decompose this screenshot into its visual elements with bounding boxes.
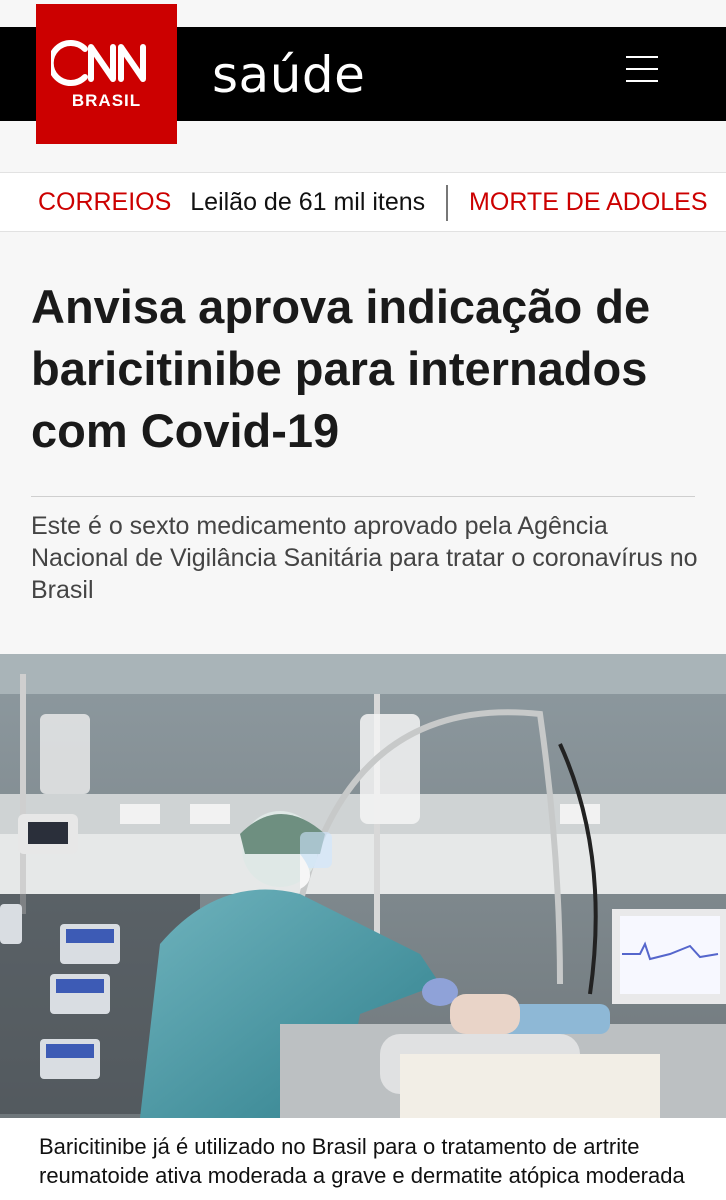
ticker-separator: [446, 185, 449, 222]
article-headline: Anvisa aprova indicação de baricitinibe …: [31, 280, 651, 457]
article-photo[interactable]: [0, 654, 726, 1118]
hamburger-menu-icon[interactable]: [626, 56, 658, 82]
ticker-text[interactable]: Leilão de 61 mil itens: [190, 188, 425, 216]
news-ticker: CORREIOS Leilão de 61 mil itens MORTE DE…: [0, 172, 726, 232]
cnn-logo-mark: [50, 40, 146, 86]
headline-divider: [31, 496, 695, 497]
article-subheadline: Este é o sexto medicamento aprovado pela…: [31, 512, 698, 604]
section-title[interactable]: saúde: [212, 40, 365, 110]
photo-caption: Baricitinibe já é utilizado no Brasil pa…: [39, 1134, 685, 1200]
ticker-tag-correios[interactable]: CORREIOS: [38, 188, 171, 216]
logo-subtitle: BRASIL: [71, 91, 142, 110]
ticker-tag-morte[interactable]: MORTE DE ADOLES: [469, 188, 708, 216]
cnn-brasil-logo[interactable]: BRASIL: [36, 4, 177, 144]
photo-caption-box: Baricitinibe já é utilizado no Brasil pa…: [0, 1118, 726, 1200]
